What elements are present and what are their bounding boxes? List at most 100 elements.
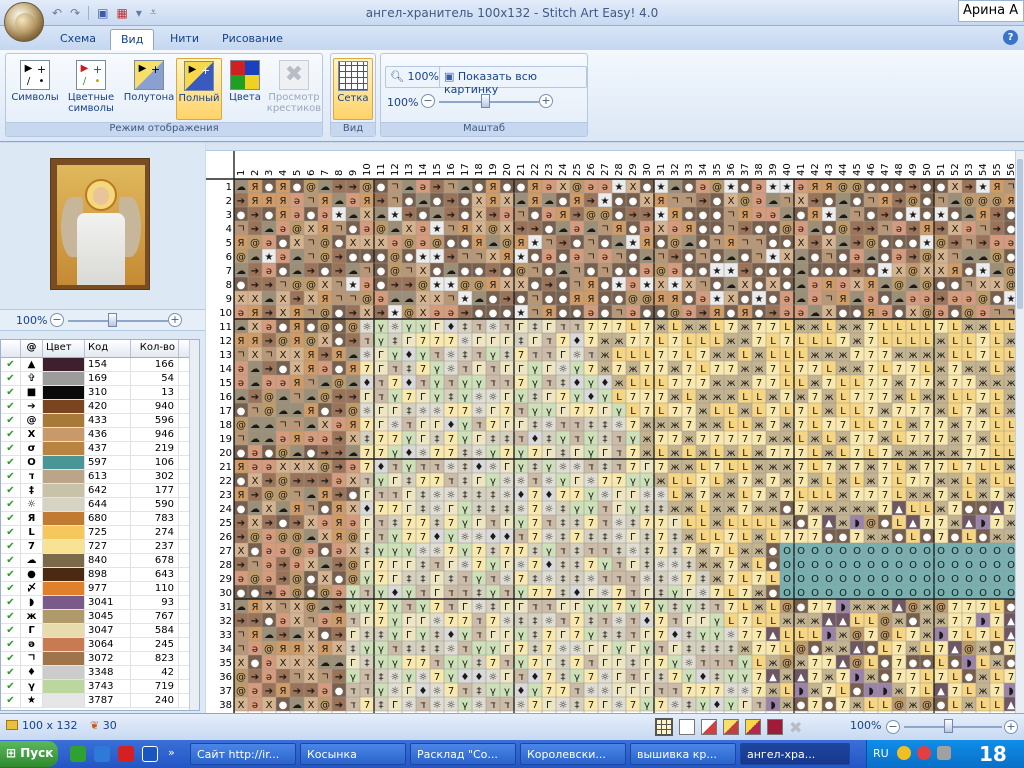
- color-symbols-button[interactable]: ▶ + / • Цветные символы: [62, 58, 120, 120]
- palette-row[interactable]: ✔ Я 680 783: [1, 512, 199, 526]
- palette-row[interactable]: ✔ O 597 106: [1, 456, 199, 470]
- status-zoom-thumb[interactable]: [944, 719, 953, 733]
- status-symbols-icon[interactable]: [679, 719, 695, 735]
- palette-check-icon[interactable]: ✔: [1, 400, 21, 413]
- yandex-icon[interactable]: [118, 746, 134, 762]
- palette-row[interactable]: ✔ ✞ 169 54: [1, 372, 199, 386]
- palette-check-icon[interactable]: ✔: [1, 652, 21, 665]
- tray-clock[interactable]: 18: [979, 742, 1007, 766]
- palette-row[interactable]: ✔ L 725 274: [1, 526, 199, 540]
- status-color-symbols-icon[interactable]: [701, 719, 717, 735]
- status-halftone-icon[interactable]: [723, 719, 739, 735]
- palette-row[interactable]: ✔ ▲ 154 166: [1, 358, 199, 372]
- palette-row[interactable]: ✔ ♦ 3348 42: [1, 666, 199, 680]
- palette-check-icon[interactable]: ✔: [1, 498, 21, 511]
- tray-volume-icon[interactable]: [937, 746, 951, 760]
- palette-check-icon[interactable]: ✔: [1, 624, 21, 637]
- palette-check-icon[interactable]: ✔: [1, 666, 21, 679]
- tab-scheme[interactable]: Схема: [50, 29, 106, 50]
- status-grid-icon[interactable]: [655, 718, 673, 736]
- palette-row[interactable]: ✔ Г 3047 584: [1, 624, 199, 638]
- cross-preview-button[interactable]: ✖ Просмотр крестиков: [266, 58, 322, 120]
- palette-check-icon[interactable]: ✔: [1, 610, 21, 623]
- palette-check-icon[interactable]: ✔: [1, 554, 21, 567]
- palette-row[interactable]: ✔ ➔ 420 940: [1, 400, 199, 414]
- word-icon[interactable]: [142, 746, 158, 762]
- palette-check-icon[interactable]: ✔: [1, 386, 21, 399]
- tray-language[interactable]: RU: [873, 747, 889, 760]
- palette-check-icon[interactable]: ✔: [1, 456, 21, 469]
- status-zoom-in-icon[interactable]: +: [1004, 720, 1018, 734]
- halftone-button[interactable]: ▶ + Полутона: [122, 58, 176, 120]
- palette-header-symbol[interactable]: @: [21, 340, 43, 357]
- task-layout[interactable]: Расклад "Со...: [410, 743, 516, 765]
- full-button[interactable]: ▶ + Полный: [176, 58, 222, 120]
- preview-zoom-out-icon[interactable]: −: [50, 313, 64, 327]
- vertical-scrollbar[interactable]: [1015, 151, 1024, 713]
- palette-check-icon[interactable]: ✔: [1, 372, 21, 385]
- palette-scrollbar[interactable]: [189, 340, 199, 710]
- palette-row[interactable]: ✔ ד 613 302: [1, 470, 199, 484]
- start-button[interactable]: ⊞ Пуск: [0, 741, 58, 767]
- pattern-grid[interactable]: ☁ Я ● Я ● @ ☁ ➔ ➔ @ ● ㄱ ☁ ə ➔ ㄱ ☁ ● Я ● ● Яə X @ ə ə ★ X ● ★ ☁ ● ə @ ★ ● ə ★ ★…: [206, 151, 1015, 713]
- palette-row[interactable]: ✔ 7 727 237: [1, 540, 199, 554]
- status-full-icon[interactable]: [745, 719, 761, 735]
- scale-slider-thumb[interactable]: [481, 94, 490, 108]
- status-cross-icon[interactable]: ✖: [789, 718, 802, 737]
- palette-row[interactable]: ✔ X 436 946: [1, 428, 199, 442]
- palette-check-icon[interactable]: ✔: [1, 540, 21, 553]
- palette-check-icon[interactable]: ✔: [1, 428, 21, 441]
- pattern-canvas[interactable]: ☁ Я ● Я ● @ ☁ ➔ ➔ @ ● ㄱ ☁ ə ➔ ㄱ ☁ ● Я ● ● Яə X @ ə ə ★ X ● ★ ☁ ● ə @ ★ ● ə ★ ★…: [206, 143, 1024, 713]
- tab-view[interactable]: Вид: [110, 29, 155, 50]
- user-name[interactable]: Арина А: [958, 0, 1024, 22]
- palette-check-icon[interactable]: ✔: [1, 694, 21, 707]
- palette-check-icon[interactable]: ✔: [1, 596, 21, 609]
- messenger-icon[interactable]: [70, 746, 86, 762]
- palette-row[interactable]: ✔ ◗ 3041 93: [1, 596, 199, 610]
- grid-toggle-button[interactable]: Сетка: [333, 58, 373, 120]
- fit-picture-button[interactable]: ▣ Показать всю картинку: [439, 66, 587, 96]
- status-zoom-out-icon[interactable]: −: [886, 720, 900, 734]
- zoom-100-button[interactable]: 🔍︎ 100%: [385, 66, 444, 88]
- status-colors-icon[interactable]: [767, 719, 783, 735]
- palette-check-icon[interactable]: ✔: [1, 680, 21, 693]
- help-icon[interactable]: ?: [1003, 30, 1018, 45]
- app-menu-button[interactable]: [4, 2, 44, 42]
- palette-row[interactable]: ✔ ☁ 840 678: [1, 554, 199, 568]
- palette-check-icon[interactable]: ✔: [1, 414, 21, 427]
- palette-row[interactable]: ✔ ■ 310 13: [1, 386, 199, 400]
- tab-drawing[interactable]: Рисование: [212, 29, 293, 50]
- palette-row[interactable]: ✔ ‡ 642 177: [1, 484, 199, 498]
- task-site[interactable]: Сайт http://ir...: [190, 743, 296, 765]
- task-royal[interactable]: Королевски...: [520, 743, 626, 765]
- tray-app-icon[interactable]: [897, 746, 911, 760]
- palette-check-icon[interactable]: ✔: [1, 470, 21, 483]
- palette-check-icon[interactable]: ✔: [1, 638, 21, 651]
- preview-thumbnail[interactable]: [50, 158, 150, 290]
- palette-check-icon[interactable]: ✔: [1, 484, 21, 497]
- palette-check-icon[interactable]: ✔: [1, 582, 21, 595]
- taskbar-more-icon[interactable]: »: [168, 746, 175, 759]
- palette-row[interactable]: ✔ σ 437 219: [1, 442, 199, 456]
- palette-check-icon[interactable]: ✔: [1, 442, 21, 455]
- preview-zoom-thumb[interactable]: [108, 313, 117, 327]
- palette-row[interactable]: ✔ ə 3064 245: [1, 638, 199, 652]
- palette-row[interactable]: ✔ ㄱ 3072 823: [1, 652, 199, 666]
- palette-row[interactable]: ✔ ● 898 643: [1, 568, 199, 582]
- task-solitaire[interactable]: Косынка: [300, 743, 406, 765]
- colors-button[interactable]: Цвета: [224, 58, 266, 120]
- ie-icon[interactable]: [94, 746, 110, 762]
- palette-row[interactable]: ✔ γ 3743 719: [1, 680, 199, 694]
- preview-zoom-in-icon[interactable]: +: [168, 313, 182, 327]
- palette-header-count[interactable]: Кол-во: [131, 340, 179, 357]
- palette-row[interactable]: ✔ ☼ 644 590: [1, 498, 199, 512]
- status-zoom-track[interactable]: [904, 726, 1002, 728]
- zoom-in-icon[interactable]: +: [539, 94, 553, 108]
- zoom-out-icon[interactable]: −: [421, 94, 435, 108]
- palette-check-icon[interactable]: ✔: [1, 512, 21, 525]
- palette-row[interactable]: ✔ ★ 3787 240: [1, 694, 199, 708]
- palette-row[interactable]: ✔ @433 596: [1, 414, 199, 428]
- preview-zoom-track[interactable]: [68, 320, 168, 322]
- palette-header-color[interactable]: Цвет: [43, 340, 85, 357]
- tab-threads[interactable]: Нити: [160, 29, 209, 50]
